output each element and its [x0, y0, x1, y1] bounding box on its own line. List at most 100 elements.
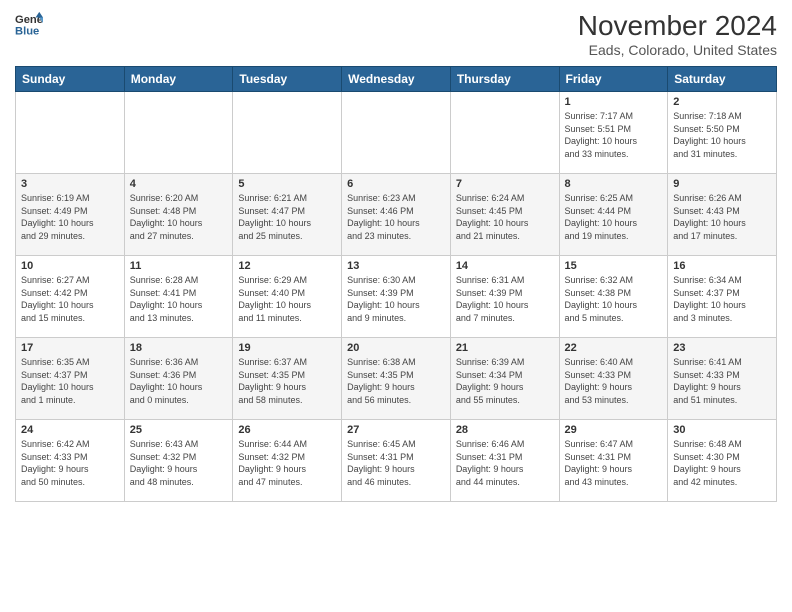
day-number: 15: [565, 260, 663, 272]
day-number: 16: [673, 260, 771, 272]
day-cell: 5Sunrise: 6:21 AM Sunset: 4:47 PM Daylig…: [233, 174, 342, 256]
day-info: Sunrise: 6:45 AM Sunset: 4:31 PM Dayligh…: [347, 438, 445, 488]
title-block: November 2024 Eads, Colorado, United Sta…: [578, 10, 777, 58]
day-info: Sunrise: 6:20 AM Sunset: 4:48 PM Dayligh…: [130, 192, 228, 242]
day-info: Sunrise: 6:40 AM Sunset: 4:33 PM Dayligh…: [565, 356, 663, 406]
day-info: Sunrise: 6:39 AM Sunset: 4:34 PM Dayligh…: [456, 356, 554, 406]
day-info: Sunrise: 6:27 AM Sunset: 4:42 PM Dayligh…: [21, 274, 119, 324]
day-number: 1: [565, 96, 663, 108]
day-info: Sunrise: 6:41 AM Sunset: 4:33 PM Dayligh…: [673, 356, 771, 406]
day-info: Sunrise: 6:29 AM Sunset: 4:40 PM Dayligh…: [238, 274, 336, 324]
day-info: Sunrise: 6:35 AM Sunset: 4:37 PM Dayligh…: [21, 356, 119, 406]
day-number: 25: [130, 424, 228, 436]
day-info: Sunrise: 6:30 AM Sunset: 4:39 PM Dayligh…: [347, 274, 445, 324]
day-number: 7: [456, 178, 554, 190]
day-number: 8: [565, 178, 663, 190]
day-cell: 23 Sunrise: 6:41 AM Sunset: 4:33 PM Dayli…: [668, 338, 777, 420]
day-cell: 13 Sunrise: 6:30 AM Sunset: 4:39 PM Dayli…: [342, 256, 451, 338]
day-number: 27: [347, 424, 445, 436]
weekday-header-monday: Monday: [124, 67, 233, 92]
day-info: Sunrise: 6:43 AM Sunset: 4:32 PM Dayligh…: [130, 438, 228, 488]
day-info: Sunrise: 6:46 AM Sunset: 4:31 PM Dayligh…: [456, 438, 554, 488]
day-cell: 8 Sunrise: 6:25 AM Sunset: 4:44 PM Daylig…: [559, 174, 668, 256]
weekday-header-tuesday: Tuesday: [233, 67, 342, 92]
day-info: Sunrise: 7:17 AM Sunset: 5:51 PM Dayligh…: [565, 110, 663, 160]
day-number: 13: [347, 260, 445, 272]
weekday-header-wednesday: Wednesday: [342, 67, 451, 92]
calendar-table: SundayMondayTuesdayWednesdayThursdayFrid…: [15, 66, 777, 502]
week-row-1: 1 Sunrise: 7:17 AM Sunset: 5:51 PM Daylig…: [16, 92, 777, 174]
day-number: 2: [673, 96, 771, 108]
day-number: 14: [456, 260, 554, 272]
week-row-4: 17Sunrise: 6:35 AM Sunset: 4:37 PM Dayli…: [16, 338, 777, 420]
day-number: 10: [21, 260, 119, 272]
weekday-header-friday: Friday: [559, 67, 668, 92]
day-number: 22: [565, 342, 663, 354]
page-container: General Blue November 2024 Eads, Colorad…: [0, 0, 792, 507]
day-info: Sunrise: 6:44 AM Sunset: 4:32 PM Dayligh…: [238, 438, 336, 488]
week-row-3: 10 Sunrise: 6:27 AM Sunset: 4:42 PM Dayli…: [16, 256, 777, 338]
day-cell: 22 Sunrise: 6:40 AM Sunset: 4:33 PM Dayli…: [559, 338, 668, 420]
day-info: Sunrise: 6:48 AM Sunset: 4:30 PM Dayligh…: [673, 438, 771, 488]
weekday-header-saturday: Saturday: [668, 67, 777, 92]
day-info: Sunrise: 6:19 AM Sunset: 4:49 PM Dayligh…: [21, 192, 119, 242]
day-cell: 19 Sunrise: 6:37 AM Sunset: 4:35 PM Dayli…: [233, 338, 342, 420]
day-info: Sunrise: 6:32 AM Sunset: 4:38 PM Dayligh…: [565, 274, 663, 324]
day-cell: 2Sunrise: 7:18 AM Sunset: 5:50 PM Daylig…: [668, 92, 777, 174]
logo: General Blue: [15, 10, 43, 38]
day-number: 19: [238, 342, 336, 354]
day-cell: 16 Sunrise: 6:34 AM Sunset: 4:37 PM Dayli…: [668, 256, 777, 338]
weekday-header-sunday: Sunday: [16, 67, 125, 92]
svg-text:Blue: Blue: [15, 25, 39, 37]
subtitle: Eads, Colorado, United States: [578, 42, 777, 58]
day-info: Sunrise: 6:23 AM Sunset: 4:46 PM Dayligh…: [347, 192, 445, 242]
day-cell: 11 Sunrise: 6:28 AM Sunset: 4:41 PM Dayli…: [124, 256, 233, 338]
day-cell: 30 Sunrise: 6:48 AM Sunset: 4:30 PM Dayli…: [668, 420, 777, 502]
day-cell: 15 Sunrise: 6:32 AM Sunset: 4:38 PM Dayli…: [559, 256, 668, 338]
day-number: 24: [21, 424, 119, 436]
header-section: General Blue November 2024 Eads, Colorad…: [15, 10, 777, 58]
day-cell: 24 Sunrise: 6:42 AM Sunset: 4:33 PM Dayli…: [16, 420, 125, 502]
day-info: Sunrise: 6:26 AM Sunset: 4:43 PM Dayligh…: [673, 192, 771, 242]
day-info: Sunrise: 6:34 AM Sunset: 4:37 PM Dayligh…: [673, 274, 771, 324]
day-cell: [342, 92, 451, 174]
day-number: 23: [673, 342, 771, 354]
day-cell: [124, 92, 233, 174]
logo-icon: General Blue: [15, 10, 43, 38]
day-number: 11: [130, 260, 228, 272]
day-cell: 3 Sunrise: 6:19 AM Sunset: 4:49 PM Daylig…: [16, 174, 125, 256]
day-info: Sunrise: 6:42 AM Sunset: 4:33 PM Dayligh…: [21, 438, 119, 488]
day-cell: 4 Sunrise: 6:20 AM Sunset: 4:48 PM Daylig…: [124, 174, 233, 256]
day-info: Sunrise: 6:21 AM Sunset: 4:47 PM Dayligh…: [238, 192, 336, 242]
day-info: Sunrise: 6:25 AM Sunset: 4:44 PM Dayligh…: [565, 192, 663, 242]
day-number: 21: [456, 342, 554, 354]
day-cell: 14 Sunrise: 6:31 AM Sunset: 4:39 PM Dayli…: [450, 256, 559, 338]
weekday-header-thursday: Thursday: [450, 67, 559, 92]
day-number: 9: [673, 178, 771, 190]
day-number: 4: [130, 178, 228, 190]
weekday-header-row: SundayMondayTuesdayWednesdayThursdayFrid…: [16, 67, 777, 92]
day-number: 30: [673, 424, 771, 436]
day-number: 3: [21, 178, 119, 190]
day-cell: 27 Sunrise: 6:45 AM Sunset: 4:31 PM Dayli…: [342, 420, 451, 502]
day-info: Sunrise: 6:31 AM Sunset: 4:39 PM Dayligh…: [456, 274, 554, 324]
day-cell: 10 Sunrise: 6:27 AM Sunset: 4:42 PM Dayli…: [16, 256, 125, 338]
week-row-2: 3 Sunrise: 6:19 AM Sunset: 4:49 PM Daylig…: [16, 174, 777, 256]
day-info: Sunrise: 6:37 AM Sunset: 4:35 PM Dayligh…: [238, 356, 336, 406]
day-cell: 6 Sunrise: 6:23 AM Sunset: 4:46 PM Daylig…: [342, 174, 451, 256]
day-cell: 29 Sunrise: 6:47 AM Sunset: 4:31 PM Dayli…: [559, 420, 668, 502]
day-info: Sunrise: 6:28 AM Sunset: 4:41 PM Dayligh…: [130, 274, 228, 324]
day-cell: [450, 92, 559, 174]
day-number: 12: [238, 260, 336, 272]
day-number: 28: [456, 424, 554, 436]
day-cell: 21 Sunrise: 6:39 AM Sunset: 4:34 PM Dayli…: [450, 338, 559, 420]
day-cell: 12 Sunrise: 6:29 AM Sunset: 4:40 PM Dayli…: [233, 256, 342, 338]
day-cell: 9 Sunrise: 6:26 AM Sunset: 4:43 PM Daylig…: [668, 174, 777, 256]
day-info: Sunrise: 6:36 AM Sunset: 4:36 PM Dayligh…: [130, 356, 228, 406]
day-info: Sunrise: 6:38 AM Sunset: 4:35 PM Dayligh…: [347, 356, 445, 406]
day-info: Sunrise: 6:47 AM Sunset: 4:31 PM Dayligh…: [565, 438, 663, 488]
day-number: 29: [565, 424, 663, 436]
day-number: 6: [347, 178, 445, 190]
day-number: 26: [238, 424, 336, 436]
day-cell: [16, 92, 125, 174]
